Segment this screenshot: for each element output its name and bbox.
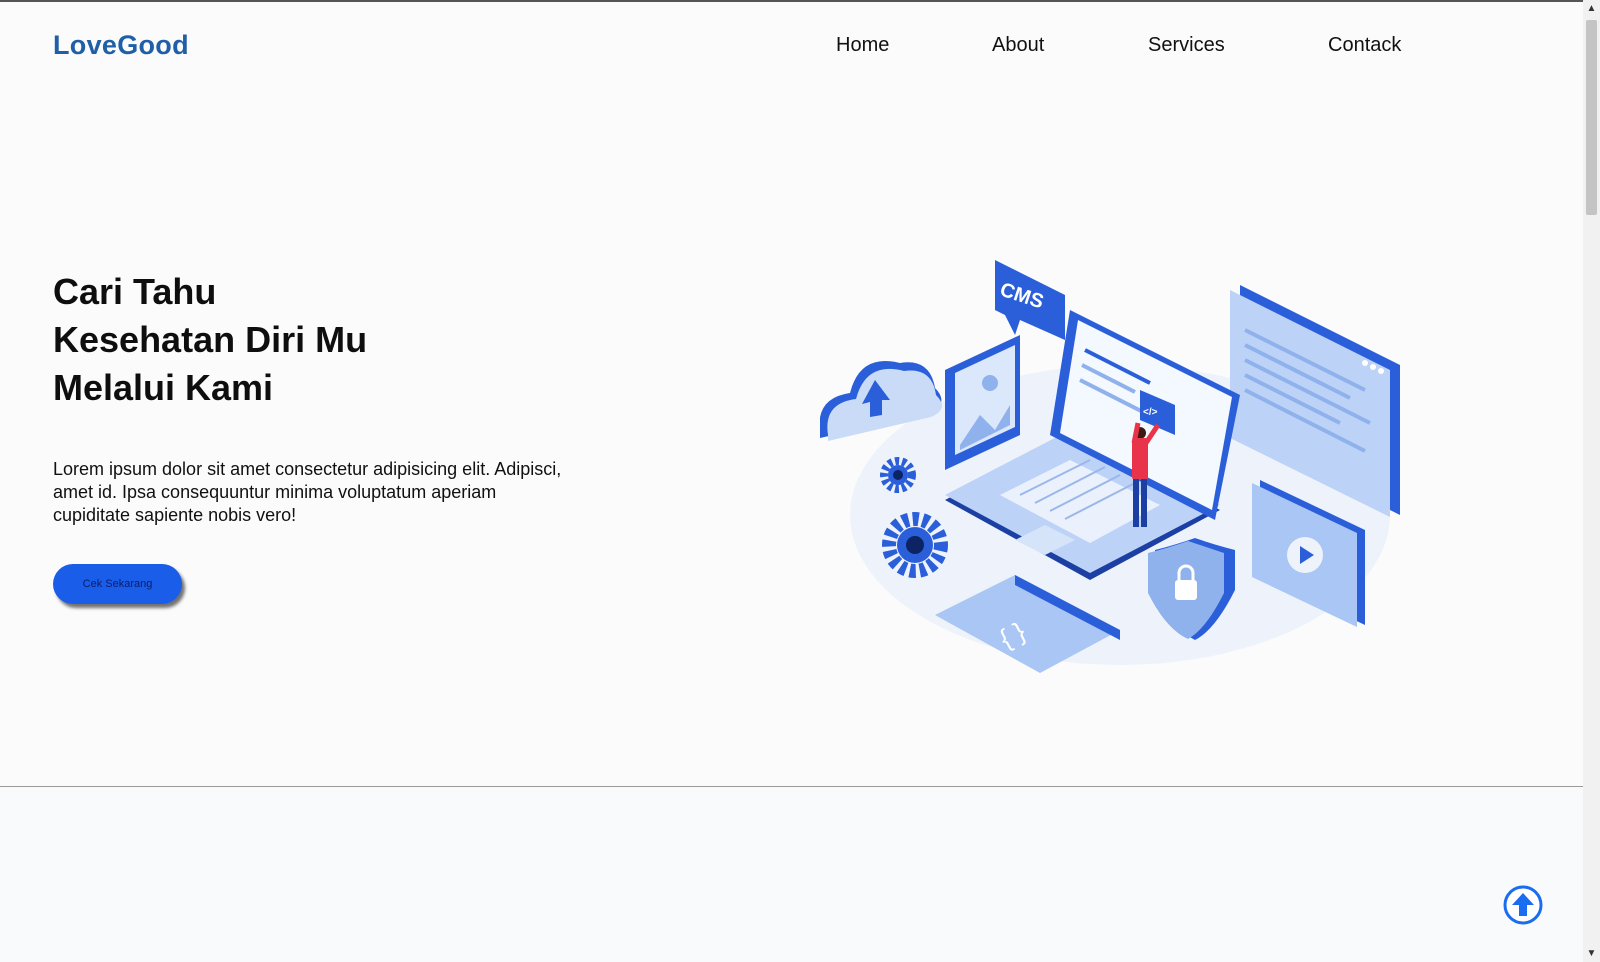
arrow-up-circle-icon[interactable]: [1503, 885, 1543, 925]
cms-bubble-icon: CMS: [995, 260, 1065, 340]
page-scrollbar[interactable]: ▲ ▼: [1583, 0, 1600, 962]
hero-title-line-1: Cari Tahu: [53, 271, 217, 312]
nav-contack[interactable]: Contack: [1328, 34, 1401, 57]
code-tag-label: </>: [1143, 407, 1158, 418]
hero-title: Cari Tahu Kesehatan Diri Mu Melalui Kami: [53, 268, 367, 412]
navbar: LoveGood Home About Services Contack: [0, 0, 1583, 90]
brand-logo[interactable]: LoveGood: [53, 30, 189, 61]
scroll-thumb[interactable]: [1586, 20, 1597, 215]
hero-description: Lorem ipsum dolor sit amet consectetur a…: [53, 459, 562, 525]
nav-services[interactable]: Services: [1148, 34, 1225, 57]
hero-title-line-3: Melalui Kami: [53, 367, 274, 408]
cek-sekarang-button[interactable]: Cek Sekarang: [53, 564, 182, 604]
nav-home[interactable]: Home: [836, 34, 889, 57]
nav-about[interactable]: About: [992, 34, 1044, 57]
chevron-up-icon[interactable]: ▲: [1583, 0, 1600, 17]
hero-title-line-2: Kesehatan Diri Mu: [53, 319, 368, 360]
landing-page: LoveGood Home About Services Contack Car…: [0, 0, 1600, 962]
second-section: [0, 787, 1583, 962]
chevron-down-icon[interactable]: ▼: [1583, 945, 1600, 962]
hero-illustration: CMS </> { }: [820, 260, 1400, 673]
